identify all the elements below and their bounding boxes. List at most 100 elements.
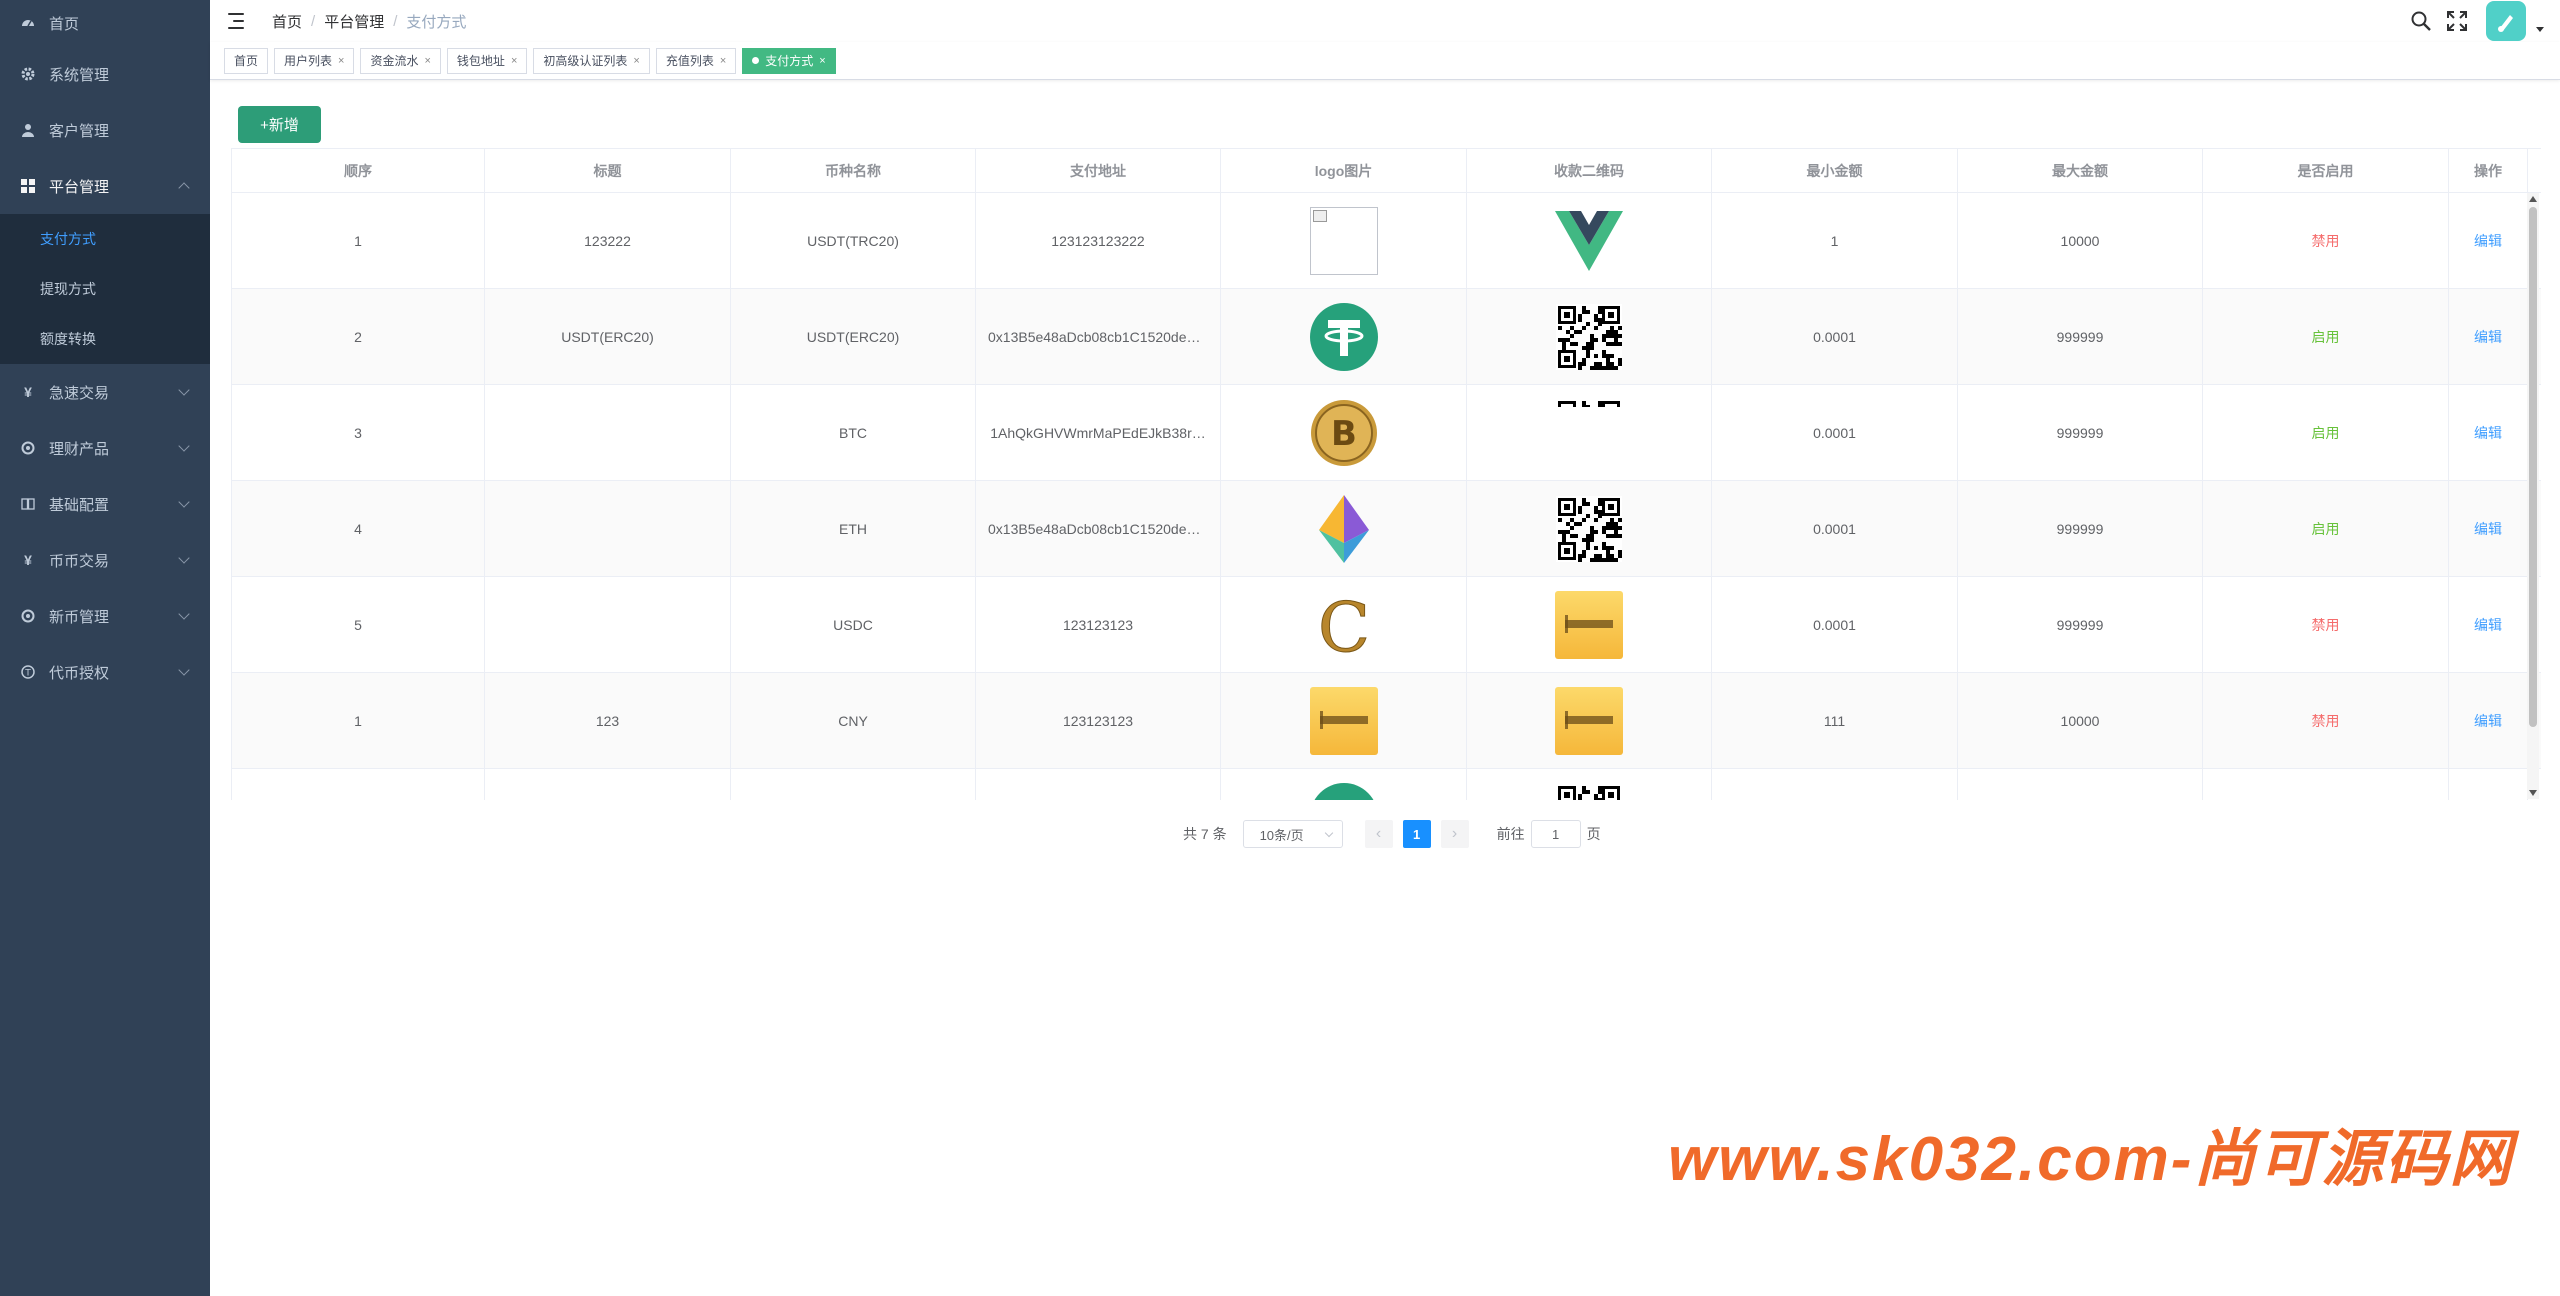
avatar[interactable] <box>2486 1 2526 41</box>
sidebar-item-platform[interactable]: 平台管理 <box>0 158 210 214</box>
cell-text: 999999 <box>2056 424 2104 441</box>
column-header[interactable]: 顺序 <box>232 149 485 192</box>
cell-text: 123123123 <box>1062 712 1134 729</box>
sidebar-subitem-payment[interactable]: 支付方式 <box>0 214 210 264</box>
column-header[interactable]: 是否启用 <box>2203 149 2449 192</box>
tag-wallet-address[interactable]: 钱包地址 × <box>446 47 528 74</box>
close-icon[interactable]: × <box>819 55 825 67</box>
tag-payment-method[interactable]: 支付方式 × <box>742 47 836 74</box>
chevron-down-icon <box>178 496 190 508</box>
column-header[interactable]: 标题 <box>485 149 731 192</box>
cell-action: 编辑 <box>2449 193 2528 288</box>
search-icon[interactable] <box>2410 10 2432 32</box>
tags-view: 首页 用户列表 × 资金流水 × 钱包地址 × 初高级认证列表 × 充值列表 × 支付方式… <box>210 42 2560 80</box>
close-icon[interactable]: × <box>511 55 517 67</box>
prev-page-button[interactable]: ‹ <box>1364 820 1393 848</box>
sidebar-item-finance[interactable]: 理财产品 <box>0 420 210 476</box>
scroll-down-arrow-icon[interactable] <box>2529 790 2537 796</box>
close-icon[interactable]: × <box>633 55 639 67</box>
tag-recharge-list[interactable]: 充值列表 × <box>655 47 737 74</box>
column-header[interactable]: 支付地址 <box>976 149 1221 192</box>
status-text[interactable]: 启用 <box>2312 519 2340 539</box>
sidebar-item-system[interactable]: 系统管理 <box>0 46 210 102</box>
edit-button[interactable]: 编辑 <box>2474 231 2502 251</box>
sidebar-subitem-withdraw[interactable]: 提现方式 <box>0 264 210 314</box>
edit-button[interactable]: 编辑 <box>2474 327 2502 347</box>
status-text[interactable]: 禁用 <box>2312 615 2340 635</box>
status-text[interactable]: 启用 <box>2312 327 2340 347</box>
column-header[interactable]: 币种名称 <box>731 149 976 192</box>
tag-user-list[interactable]: 用户列表 × <box>274 47 355 74</box>
gear-icon <box>20 66 36 82</box>
tether-logo-icon <box>1309 302 1378 371</box>
edit-button[interactable]: 编辑 <box>2474 615 2502 635</box>
next-page-button[interactable]: › <box>1440 820 1469 848</box>
cell-text: USDT(ERC20) <box>806 328 900 345</box>
cell-coin <box>731 769 976 800</box>
qr-code-image <box>1555 398 1623 467</box>
scroll-thumb[interactable] <box>2529 207 2537 727</box>
status-text[interactable]: 禁用 <box>2312 711 2340 731</box>
sidebar-subitem-quota[interactable]: 额度转换 <box>0 314 210 364</box>
cell-text: 999999 <box>2056 328 2104 345</box>
table-header: 顺序 标题 币种名称 支付地址 logo图片 收款二维码 最小金额 最大金额 是… <box>232 149 2541 193</box>
page-number-button[interactable]: 1 <box>1402 820 1431 848</box>
sidebar-item-customer[interactable]: 客户管理 <box>0 102 210 158</box>
cell-text: 0.0001 <box>1813 616 1856 633</box>
fullscreen-icon[interactable] <box>2446 10 2468 32</box>
cell-qr <box>1467 385 1712 480</box>
cell-max: 999999 <box>1958 289 2203 384</box>
cell-text: 123123123222 <box>1051 232 1145 249</box>
ethereum-logo-icon <box>1310 494 1378 563</box>
status-text[interactable]: 启用 <box>2312 423 2340 443</box>
scroll-up-arrow-icon[interactable] <box>2529 196 2537 202</box>
breadcrumb-item-home[interactable]: 首页 <box>272 11 302 32</box>
breadcrumb-item-platform[interactable]: 平台管理 <box>324 11 384 32</box>
cell-qr <box>1467 289 1712 384</box>
caret-down-icon[interactable] <box>2536 26 2544 32</box>
cell-action: 编辑 <box>2449 385 2528 480</box>
column-header[interactable]: 操作 <box>2449 149 2528 192</box>
cell-order: 1 <box>232 193 485 288</box>
sidebar-item-label: 基础配置 <box>49 496 110 514</box>
vue-logo-icon <box>1555 207 1623 275</box>
edit-button[interactable]: 编辑 <box>2474 519 2502 539</box>
tag-home[interactable]: 首页 <box>224 47 269 74</box>
user-icon <box>20 122 36 138</box>
close-icon[interactable]: × <box>424 55 430 67</box>
sidebar-item-token-auth[interactable]: T 代币授权 <box>0 644 210 700</box>
tag-label: 充值列表 <box>665 54 714 68</box>
tag-kyc-list[interactable]: 初高级认证列表 × <box>533 47 650 74</box>
cell-text: 0.0001 <box>1813 328 1856 345</box>
column-header[interactable]: 最大金额 <box>1958 149 2203 192</box>
chevron-down-icon <box>1324 828 1333 838</box>
close-icon[interactable]: × <box>720 55 726 67</box>
add-button[interactable]: +新增 <box>238 106 321 143</box>
sidebar-item-new-coin[interactable]: 新币管理 <box>0 588 210 644</box>
column-header[interactable]: 最小金额 <box>1712 149 1958 192</box>
edit-button[interactable]: 编辑 <box>2474 711 2502 731</box>
cell-qr <box>1467 673 1712 768</box>
page-size-select[interactable]: 10条/页 <box>1242 820 1343 848</box>
edit-button[interactable]: 编辑 <box>2474 423 2502 443</box>
sidebar-item-fast-trade[interactable]: ¥ 急速交易 <box>0 364 210 420</box>
breadcrumb: 首页 / 平台管理 / 支付方式 <box>272 11 466 32</box>
sidebar-item-home[interactable]: 首页 <box>0 0 210 46</box>
column-header[interactable]: logo图片 <box>1221 149 1467 192</box>
chevron-up-icon <box>178 182 190 194</box>
column-header[interactable]: 收款二维码 <box>1467 149 1712 192</box>
close-icon[interactable]: × <box>338 55 344 67</box>
goto-page-input[interactable]: 1 <box>1530 820 1581 848</box>
usdc-gold-logo-icon: C <box>1310 591 1378 659</box>
sidebar-item-label: 系统管理 <box>49 66 110 84</box>
tag-fund-flow[interactable]: 资金流水 × <box>360 47 441 74</box>
page-suffix: 页 <box>1586 826 1601 842</box>
cell-qr <box>1467 481 1712 576</box>
cell-text: 2 <box>354 328 362 345</box>
cell-address <box>976 769 1221 800</box>
table-scrollbar[interactable] <box>2527 193 2539 799</box>
hamburger-icon[interactable] <box>228 13 248 29</box>
status-text[interactable]: 禁用 <box>2312 231 2340 251</box>
sidebar-item-coin-trade[interactable]: ¥ 币币交易 <box>0 532 210 588</box>
sidebar-item-config[interactable]: 基础配置 <box>0 476 210 532</box>
